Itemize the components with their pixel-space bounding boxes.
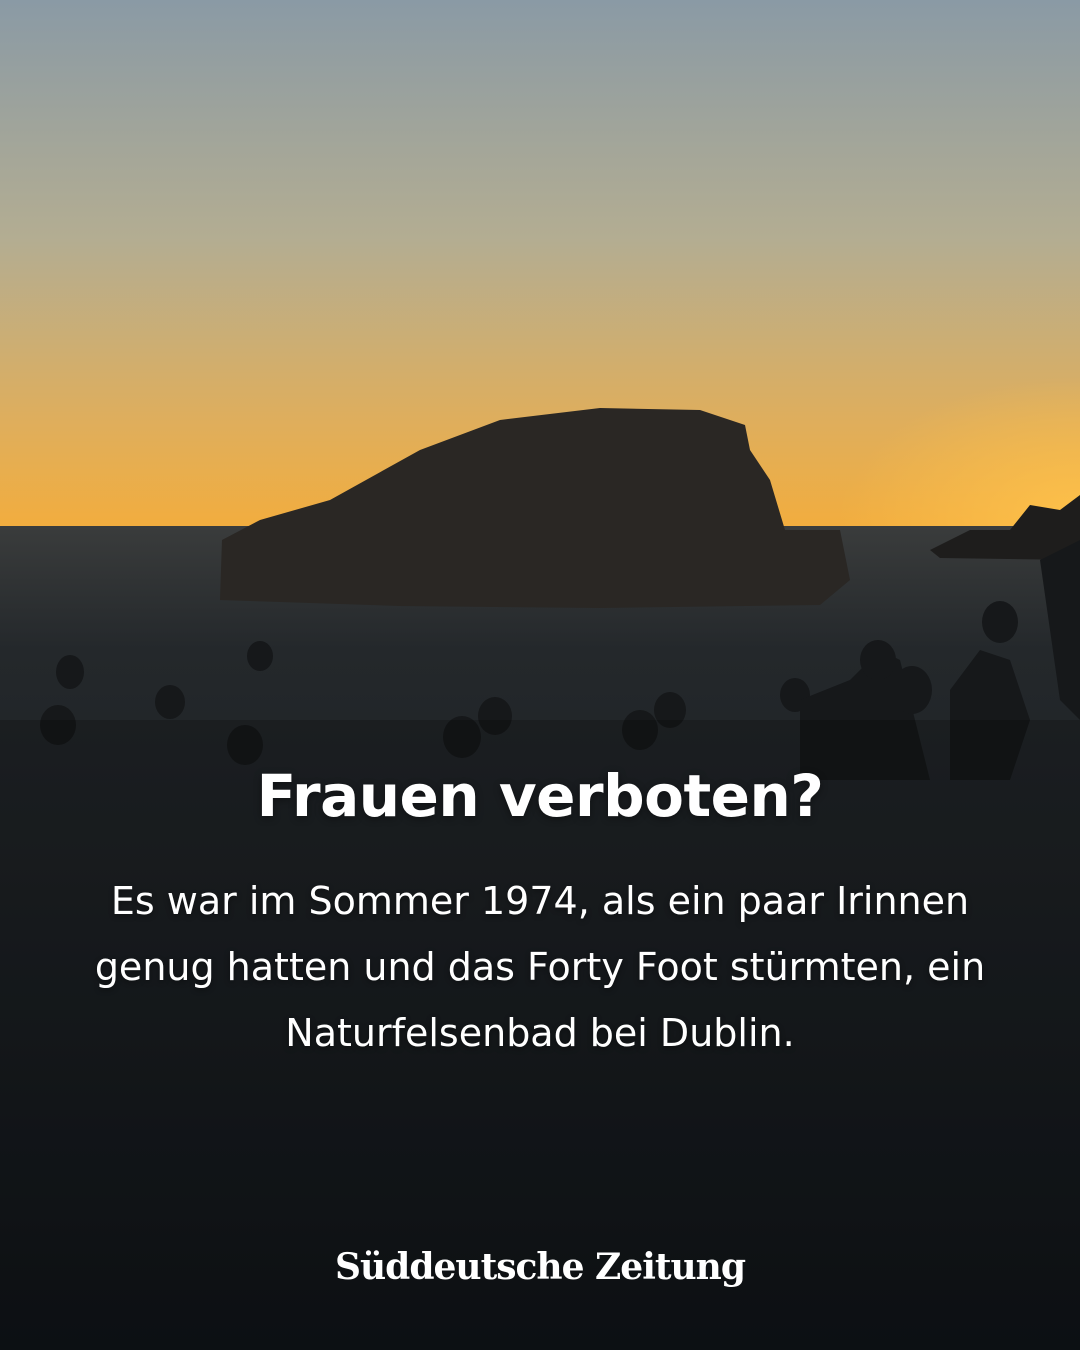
body-text: Es war im Sommer 1974, als ein paar Irin… bbox=[94, 879, 986, 1055]
headline: Frauen verboten? bbox=[256, 762, 824, 830]
sz-logo: Süddeutsche Zeitung bbox=[334, 1246, 746, 1288]
background-photo bbox=[0, 0, 1080, 1350]
